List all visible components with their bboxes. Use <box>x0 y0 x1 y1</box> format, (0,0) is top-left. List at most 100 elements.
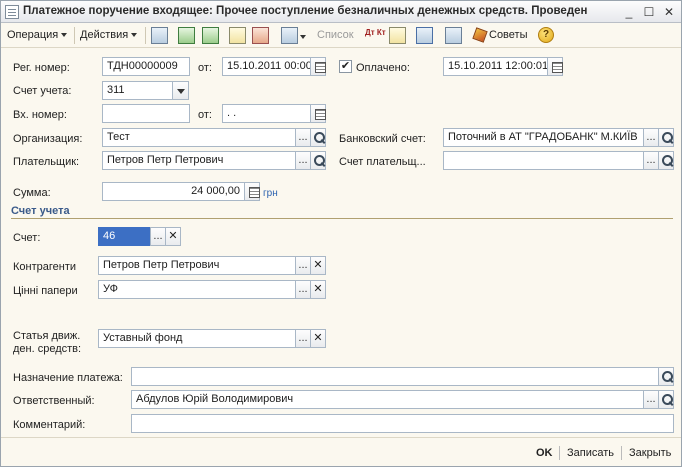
dtkt-button[interactable]: Дт Кт <box>365 28 386 47</box>
cashflow-label-line2: ден. средств: <box>13 343 82 355</box>
footer-separator <box>559 446 560 460</box>
reg-number-field[interactable]: ТДН00000009 <box>102 57 190 76</box>
document-window: Платежное поручение входящее: Прочее пос… <box>0 0 682 467</box>
gl-account-label: Счет: <box>13 232 41 244</box>
tips-icon <box>472 27 488 43</box>
clear-icon[interactable] <box>310 256 326 275</box>
section-divider <box>11 218 673 219</box>
bank-account-field[interactable]: Поточний в АТ "ГРАДОБАНК" М.КИЇВ <box>443 128 644 147</box>
payer-account-field[interactable] <box>443 151 644 170</box>
actions-menu[interactable]: Действия <box>80 26 138 45</box>
payer-account-label: Счет плательщ... <box>339 156 426 168</box>
securities-select-button[interactable]: ... <box>295 280 311 299</box>
footer: OK Записать Закрыть <box>1 437 681 466</box>
actions-menu-label: Действия <box>80 29 129 41</box>
paid-checkbox[interactable]: ✔ <box>339 60 352 73</box>
counterparty-field[interactable]: Петров Петр Петрович <box>98 256 296 275</box>
goto-icon[interactable] <box>281 27 298 44</box>
calendar-icon[interactable] <box>547 57 563 76</box>
responsible-field[interactable]: Абдулов Юрій Володимирович <box>131 390 644 409</box>
section-title: Счет учета <box>11 205 70 217</box>
in-date-label: от: <box>198 109 212 121</box>
reg-number-label: Рег. номер: <box>13 62 70 74</box>
search-icon[interactable] <box>658 367 674 386</box>
paid-label: Оплачено: <box>356 62 410 74</box>
report-icon[interactable] <box>389 27 406 44</box>
purpose-field[interactable] <box>131 367 659 386</box>
gl-account-select-button[interactable]: ... <box>150 227 166 246</box>
ok-button[interactable]: OK <box>536 447 553 459</box>
toolbar-separator <box>74 27 75 44</box>
search-icon[interactable] <box>658 128 674 147</box>
calendar-icon[interactable] <box>310 104 326 123</box>
search-icon[interactable] <box>310 151 326 170</box>
bank-account-select-button[interactable]: ... <box>643 128 659 147</box>
post-document-icon[interactable] <box>229 27 246 44</box>
columns-icon[interactable] <box>445 27 462 44</box>
clear-icon[interactable] <box>310 329 326 348</box>
cashflow-field[interactable]: Уставный фонд <box>98 329 296 348</box>
refresh-icon[interactable] <box>178 27 195 44</box>
operation-menu-label: Операция <box>7 29 59 41</box>
organization-select-button[interactable]: ... <box>295 128 311 147</box>
list-button[interactable]: Список <box>317 26 354 45</box>
organization-label: Организация: <box>13 133 83 145</box>
securities-label: Цінні папери <box>13 285 78 297</box>
document-icon <box>5 5 19 19</box>
post-and-close-icon[interactable] <box>151 27 168 44</box>
search-icon[interactable] <box>310 128 326 147</box>
structure-icon[interactable] <box>416 27 433 44</box>
calendar-icon[interactable] <box>310 57 326 76</box>
close-button[interactable]: Закрыть <box>629 447 671 459</box>
chevron-down-icon <box>131 33 138 38</box>
organization-field[interactable]: Тест <box>102 128 296 147</box>
copy-document-icon[interactable] <box>202 27 219 44</box>
chevron-down-icon[interactable] <box>172 81 189 100</box>
maximize-button[interactable]: ☐ <box>641 4 657 20</box>
sum-field[interactable]: 24 000,00 <box>102 182 245 201</box>
operation-menu[interactable]: Операция <box>7 26 68 45</box>
comment-label: Комментарий: <box>13 419 86 431</box>
clear-icon[interactable] <box>310 280 326 299</box>
search-icon[interactable] <box>658 151 674 170</box>
payer-field[interactable]: Петров Петр Петрович <box>102 151 296 170</box>
responsible-select-button[interactable]: ... <box>643 390 659 409</box>
in-number-field[interactable] <box>102 104 190 123</box>
cashflow-label-line1: Статья движ. <box>13 330 81 342</box>
search-icon[interactable] <box>658 390 674 409</box>
window-title: Платежное поручение входящее: Прочее пос… <box>23 5 588 17</box>
clear-icon[interactable] <box>165 227 181 246</box>
account-label: Счет учета: <box>13 85 72 97</box>
currency-label: грн <box>263 188 278 199</box>
reg-date-field[interactable]: 15.10.2011 00:00:00 <box>222 57 311 76</box>
unpost-document-icon[interactable] <box>252 27 269 44</box>
help-icon[interactable]: ? <box>538 27 554 43</box>
reg-date-label: от: <box>198 62 212 74</box>
toolbar-separator <box>145 27 146 44</box>
chevron-down-icon[interactable] <box>300 35 306 39</box>
footer-separator <box>621 446 622 460</box>
securities-field[interactable]: УФ <box>98 280 296 299</box>
tips-label: Советы <box>489 29 528 41</box>
calculator-icon[interactable] <box>244 182 260 201</box>
paid-date-field[interactable]: 15.10.2011 12:00:01 <box>443 57 548 76</box>
account-select[interactable]: 311 <box>102 81 173 100</box>
chevron-down-icon <box>61 33 68 38</box>
responsible-label: Ответственный: <box>13 395 95 407</box>
counterparty-select-button[interactable]: ... <box>295 256 311 275</box>
cashflow-select-button[interactable]: ... <box>295 329 311 348</box>
comment-field[interactable] <box>131 414 674 433</box>
payer-account-select-button[interactable]: ... <box>643 151 659 170</box>
close-window-button[interactable]: ✕ <box>661 4 677 20</box>
payer-label: Плательщик: <box>13 156 80 168</box>
save-button[interactable]: Записать <box>567 447 614 459</box>
counterparty-label: Контрагенти <box>13 261 77 273</box>
minimize-button[interactable]: _ <box>621 4 637 20</box>
payer-select-button[interactable]: ... <box>295 151 311 170</box>
title-bar: Платежное поручение входящее: Прочее пос… <box>1 1 681 23</box>
in-number-label: Вх. номер: <box>13 109 67 121</box>
tips-button[interactable]: Советы <box>472 26 528 45</box>
in-date-field[interactable]: . . <box>222 104 311 123</box>
purpose-label: Назначение платежа: <box>13 372 123 384</box>
gl-account-field[interactable]: 46 <box>98 227 151 246</box>
